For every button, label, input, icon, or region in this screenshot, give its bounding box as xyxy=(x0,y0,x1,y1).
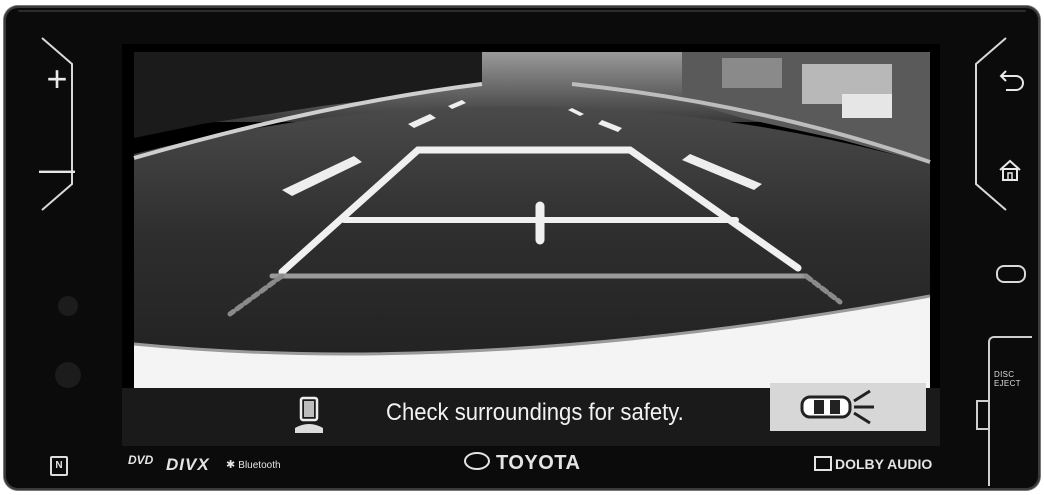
home-button[interactable] xyxy=(990,150,1030,190)
volume-up-button[interactable]: + xyxy=(34,56,80,102)
disc-eject-label: DISC EJECT xyxy=(994,370,1021,388)
divx-logo: DIVX xyxy=(166,455,210,474)
back-button[interactable] xyxy=(990,62,1030,102)
nfc-logo: N xyxy=(50,456,68,476)
disc-slot xyxy=(988,336,1032,486)
power-button[interactable] xyxy=(996,265,1026,283)
view-toggle-icon xyxy=(800,389,874,425)
toyota-logo: TOYOTA xyxy=(464,452,580,475)
touch-screen[interactable]: Check surroundings for safety. xyxy=(122,44,940,446)
speaker-dot xyxy=(58,296,78,316)
toyota-emblem-icon xyxy=(464,452,490,470)
dolby-label: DOLBY AUDIO xyxy=(835,456,933,472)
volume-down-button[interactable]: — xyxy=(34,146,80,192)
dolby-audio-logo: DOLBY AUDIO xyxy=(814,456,932,472)
back-arrow-icon xyxy=(999,70,1024,91)
dvd-logo: DVD xyxy=(128,453,154,467)
bluetooth-label: Bluetooth xyxy=(238,460,281,471)
eject-lever[interactable] xyxy=(976,400,990,430)
safety-message: Check surroundings for safety. xyxy=(386,399,684,426)
camera-view-toggle-button[interactable] xyxy=(770,383,926,431)
toyota-label: TOYOTA xyxy=(496,452,581,474)
home-icon xyxy=(999,159,1021,181)
bluetooth-icon: ✱ xyxy=(226,459,239,471)
bezel-top-edge xyxy=(18,10,1026,12)
sensor-dot xyxy=(55,362,81,388)
rear-camera-icon xyxy=(295,396,323,433)
bluetooth-logo: ✱ Bluetooth xyxy=(226,458,281,471)
rear-camera-view xyxy=(122,44,940,388)
dolby-icon xyxy=(814,456,832,471)
